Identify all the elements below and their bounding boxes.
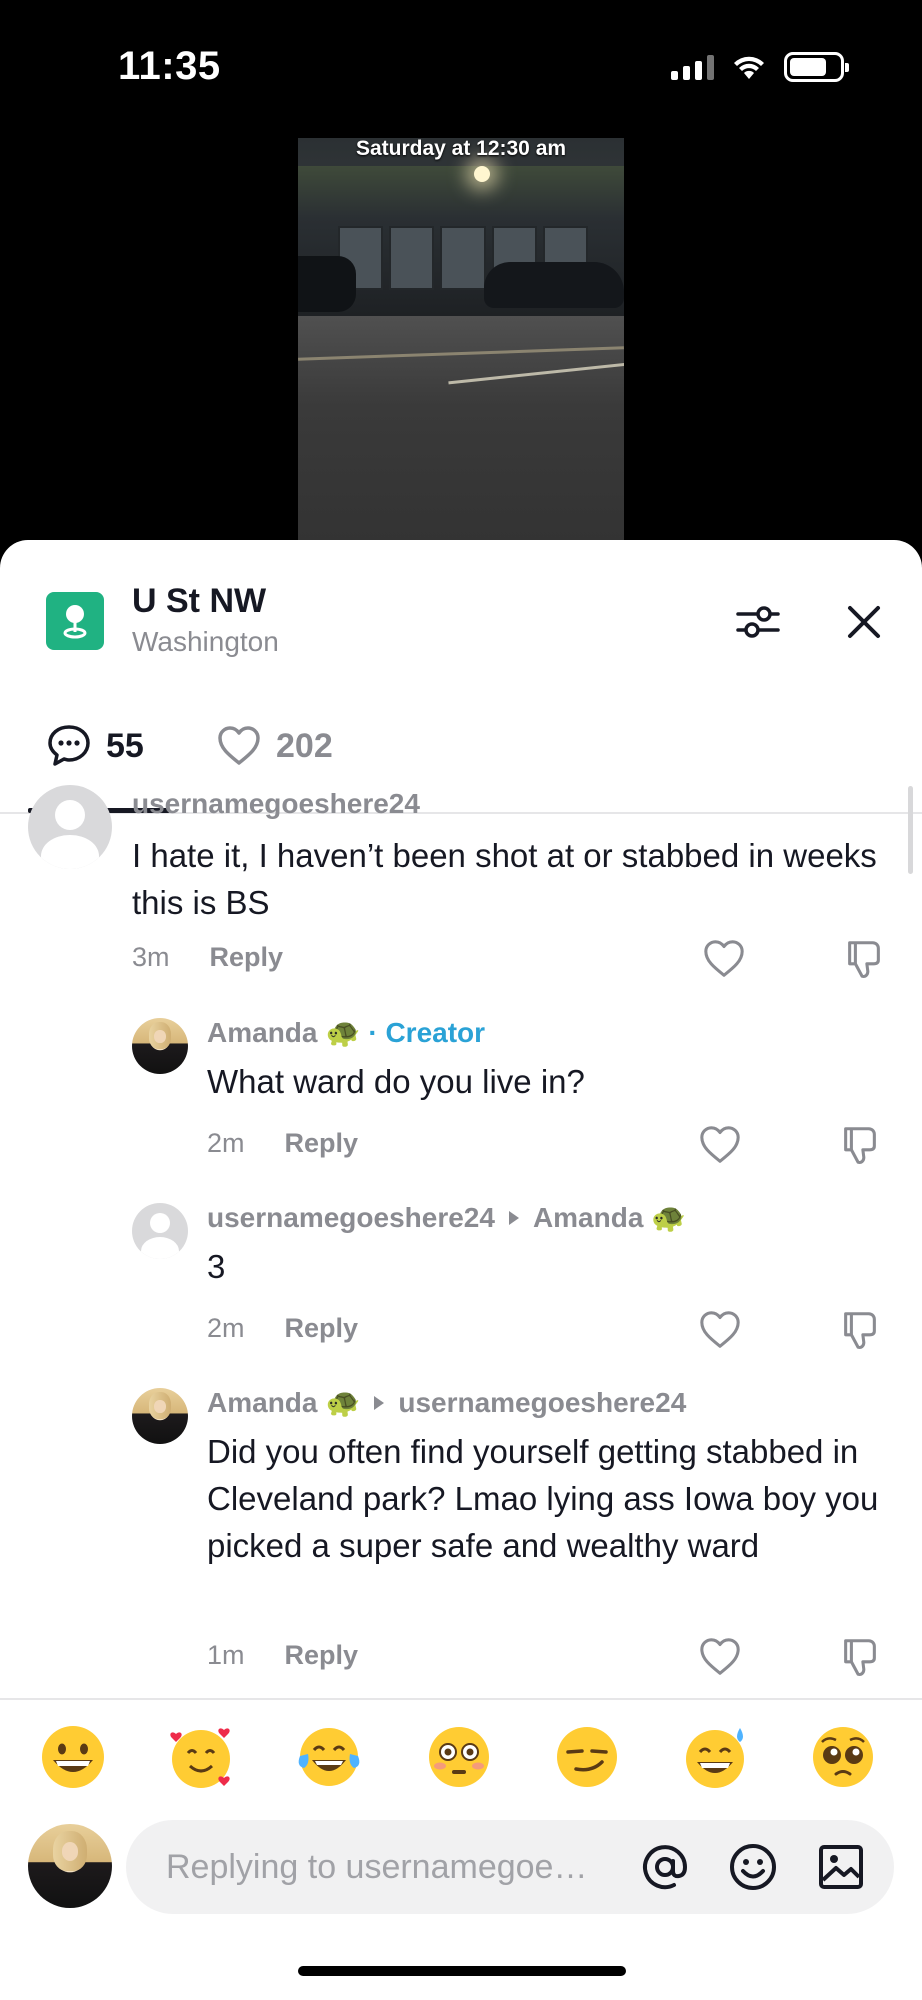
battery-icon [784,52,849,82]
close-icon[interactable] [840,598,888,646]
status-bar: 11:35 [0,0,922,130]
like-heart-icon[interactable] [698,1635,742,1679]
emoji-picker-icon[interactable] [726,1840,780,1894]
video-preview[interactable]: Saturday at 12:30 am [298,138,624,542]
status-time: 11:35 [118,44,221,88]
comment-username[interactable]: Amanda 🐢 usernamegoeshere24 [207,1386,686,1419]
avatar[interactable] [132,1018,188,1074]
image-picker-icon[interactable] [814,1840,868,1894]
comment-meta: 1m Reply [207,1640,358,1671]
comment-meta: 2m Reply [207,1313,358,1344]
car-image [298,256,356,312]
comment-username[interactable]: usernamegoeshere24 [132,788,420,820]
grinning-face-with-sweat-icon[interactable] [680,1722,750,1792]
location-pin-icon [46,592,104,650]
like-heart-icon[interactable] [698,1123,742,1167]
comment-text: What ward do you live in? [207,1063,585,1100]
reply-arrow-icon [508,1210,519,1225]
home-indicator [298,1966,626,1976]
pleading-face-icon[interactable] [808,1722,878,1792]
mention-icon[interactable] [638,1840,692,1894]
comment-time: 1m [207,1640,245,1670]
dislike-icon[interactable] [838,1635,882,1679]
comment-username[interactable]: usernamegoeshere24 Amanda 🐢 [207,1201,686,1234]
reply-to-username[interactable]: usernamegoeshere24 [398,1387,686,1419]
comment-time: 3m [132,942,170,972]
my-avatar[interactable] [28,1824,112,1908]
dislike-icon[interactable] [838,1123,882,1167]
turtle-emoji: 🐢 [651,1202,687,1233]
place-title[interactable]: U St NW [132,582,266,621]
reply-button[interactable]: Reply [210,942,284,973]
quick-emoji-bar [0,1722,922,1798]
cellular-signal-icon [671,54,714,80]
place-subtitle: Washington [132,626,279,657]
comments-count: 55 [106,726,144,765]
avatar[interactable] [28,785,112,869]
reply-arrow-icon [374,1395,385,1410]
avatar[interactable] [132,1388,188,1444]
filter-sliders-icon[interactable] [734,598,782,646]
reply-button[interactable]: Reply [285,1313,359,1344]
smirking-face-icon[interactable] [552,1722,622,1792]
reply-button[interactable]: Reply [285,1128,359,1159]
comment-text: I hate it, I haven’t been shot at or sta… [132,837,877,921]
comment-input[interactable] [166,1820,606,1914]
divider [0,1698,922,1700]
comment-meta: 2m Reply [207,1128,358,1159]
scrollbar[interactable] [908,786,913,874]
grinning-face-icon[interactable] [38,1722,108,1792]
comment-bubble-icon [48,725,90,766]
likes-count: 202 [276,726,333,765]
heart-outline-icon [218,726,260,765]
like-heart-icon[interactable] [702,937,746,981]
smiling-face-with-hearts-icon[interactable] [166,1722,236,1792]
creator-badge: · Creator [368,1016,486,1048]
comment-time: 2m [207,1128,245,1158]
face-with-tears-of-joy-icon[interactable] [294,1722,364,1792]
turtle-emoji: 🐢 [325,1387,361,1418]
flushed-face-icon[interactable] [424,1722,494,1792]
reply-to-username[interactable]: Amanda [533,1202,643,1234]
status-icons [671,52,849,82]
avatar[interactable] [132,1203,188,1259]
comment-meta: 3m Reply [132,942,283,973]
dislike-icon[interactable] [842,937,886,981]
comment-text: 3 [207,1248,226,1285]
comment-time: 2m [207,1313,245,1343]
sheet-header: U St NW Washington [0,540,922,657]
comment-composer [0,1820,922,1916]
car-image [484,262,624,308]
turtle-emoji: 🐢 [325,1017,361,1048]
comment-username[interactable]: Amanda 🐢 · Creator [207,1016,485,1049]
wifi-icon [734,56,764,79]
dislike-icon[interactable] [838,1308,882,1352]
like-heart-icon[interactable] [698,1308,742,1352]
video-caption: Saturday at 12:30 am [355,138,567,160]
comment-input-container[interactable] [126,1820,894,1914]
comment-text: Did you often find yourself getting stab… [207,1433,879,1564]
reply-button[interactable]: Reply [285,1640,359,1671]
